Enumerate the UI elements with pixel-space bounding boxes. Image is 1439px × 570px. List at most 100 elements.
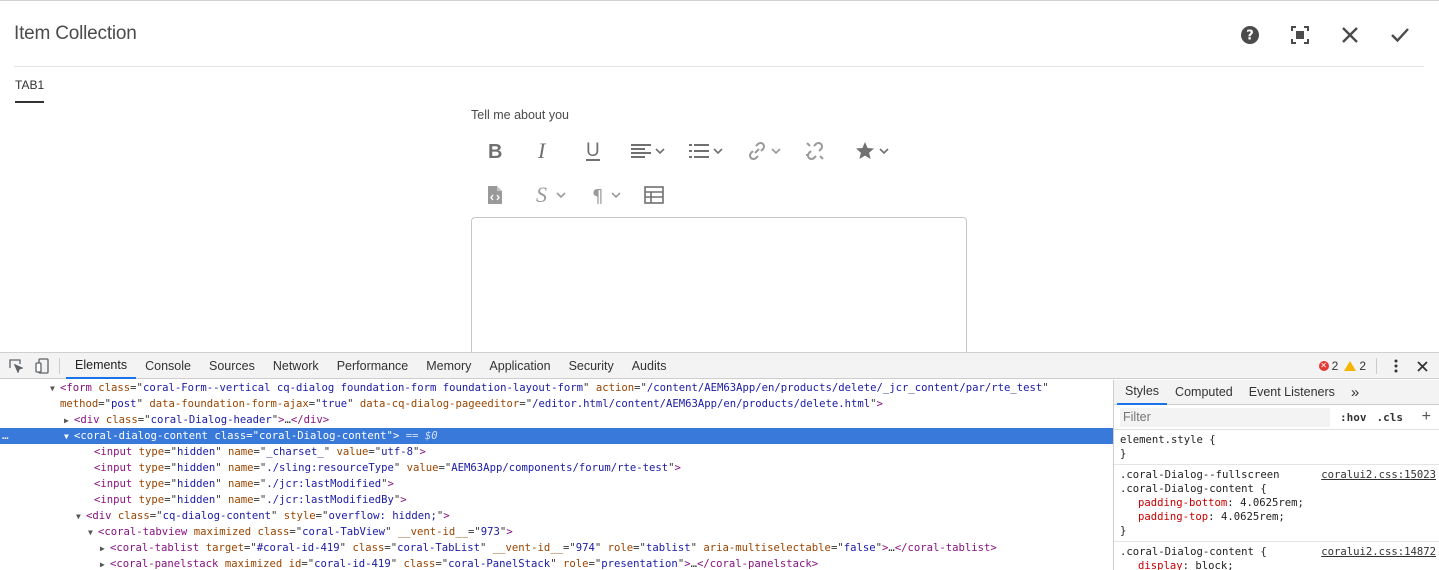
dom-node-markup: <div class="cq-dialog-content" style="ov… <box>86 510 450 522</box>
styles-filter-input[interactable] <box>1120 407 1330 427</box>
italic-icon: I <box>537 141 547 161</box>
unlink-icon <box>806 141 824 161</box>
chevron-down-icon <box>556 192 566 199</box>
tab-memory[interactable]: Memory <box>417 353 480 379</box>
tab-console[interactable]: Console <box>136 353 200 379</box>
hover-state-toggle[interactable]: :hov <box>1340 411 1367 424</box>
device-icon <box>35 357 49 374</box>
tab-audits[interactable]: Audits <box>623 353 676 379</box>
svg-text:S: S <box>536 184 547 206</box>
css-property-name[interactable]: padding-top <box>1120 511 1208 523</box>
dom-node-markup: <input type="hidden" name="./jcr:lastMod… <box>94 494 407 506</box>
link-icon <box>748 141 766 161</box>
styles-sidebar: Styles Computed Event Listeners » :hov .… <box>1113 380 1439 570</box>
done-button[interactable] <box>1375 21 1425 49</box>
header-divider <box>14 66 1424 67</box>
inspect-element-button[interactable] <box>3 353 29 379</box>
css-rule[interactable]: .coral-Dialog--fullscreen .coral-Dialog-… <box>1114 465 1439 542</box>
dom-node-markup: <coral-tablist target="#coral-id-419" cl… <box>110 542 997 554</box>
close-devtools-button[interactable] <box>1409 353 1435 379</box>
dom-node[interactable]: <input type="hidden" name="./jcr:lastMod… <box>0 476 1113 492</box>
tab-sources[interactable]: Sources <box>200 353 264 379</box>
dom-node-selected[interactable]: … ▼ <coral-dialog-content class="coral-Dia… <box>0 428 1113 444</box>
close-icon <box>1342 27 1358 43</box>
dom-tree[interactable]: ▼ <form class="coral-Form--vertical cq-di… <box>0 380 1113 570</box>
dom-node[interactable]: ▶ <div class="coral-Dialog-header">…</div… <box>0 412 1113 428</box>
inspect-icon <box>9 358 23 373</box>
expand-arrow-icon[interactable]: ▼ <box>76 509 86 525</box>
css-property-value[interactable]: 4.0625rem; <box>1240 497 1304 509</box>
bold-button[interactable]: B <box>471 136 519 166</box>
tab-network[interactable]: Network <box>264 353 328 379</box>
css-rule[interactable]: .coral-Dialog-content {coralui2.css:1487… <box>1114 542 1439 570</box>
devtools-tabbar: Elements Console Sources Network Performance… <box>0 353 1439 379</box>
chevron-down-icon <box>655 148 665 155</box>
css-property-name[interactable]: padding-bottom <box>1120 497 1227 509</box>
table-button[interactable] <box>631 180 677 210</box>
collapse-arrow-icon[interactable]: ▶ <box>100 557 110 570</box>
collapse-arrow-icon[interactable]: ▶ <box>64 413 74 429</box>
node-actions-ellipsis[interactable]: … <box>2 428 9 444</box>
unlink-button[interactable] <box>795 136 835 166</box>
device-toolbar-button[interactable] <box>29 353 55 379</box>
dom-node[interactable]: <input type="hidden" name="_charset_" va… <box>0 444 1113 460</box>
svg-text:U: U <box>586 140 600 161</box>
special-chars-dropdown[interactable] <box>835 136 909 166</box>
new-rule-button[interactable]: + <box>1422 408 1431 426</box>
css-property-name[interactable]: display <box>1120 560 1183 570</box>
css-source-link[interactable]: coralui2.css:15023 <box>1321 468 1436 482</box>
tab-tab1[interactable]: TAB1 <box>15 78 45 103</box>
error-badge[interactable]: ✕ 2 <box>1318 359 1338 373</box>
tab-styles[interactable]: Styles <box>1117 380 1168 405</box>
css-property-value[interactable]: 4.0625rem; <box>1221 511 1285 523</box>
source-edit-button[interactable] <box>471 180 519 210</box>
styles-icon: S <box>536 184 547 206</box>
expand-arrow-icon[interactable]: ▼ <box>88 525 98 541</box>
expand-arrow-icon[interactable]: ▼ <box>50 381 60 397</box>
field-label: Tell me about you <box>471 108 569 122</box>
styles-dropdown[interactable]: S <box>519 180 581 210</box>
warning-icon <box>1344 361 1357 371</box>
dialog: Item Collection ? TAB1 Tell me about you… <box>0 0 1439 357</box>
underline-button[interactable]: U <box>569 136 617 166</box>
help-button[interactable]: ? <box>1225 21 1275 49</box>
tab-computed[interactable]: Computed <box>1167 380 1241 405</box>
tab-event-listeners[interactable]: Event Listeners <box>1241 380 1343 405</box>
warning-badge[interactable]: 2 <box>1344 359 1366 373</box>
collapse-arrow-icon[interactable]: ▶ <box>100 541 110 557</box>
tab-performance[interactable]: Performance <box>328 353 418 379</box>
close-button[interactable] <box>1325 21 1375 49</box>
dom-node[interactable]: ▶ <coral-tablist target="#coral-id-419" c… <box>0 540 1113 556</box>
dom-node[interactable]: method="post" data-foundation-form-ajax=… <box>0 396 1113 412</box>
dom-node-markup: method="post" data-foundation-form-ajax=… <box>60 398 883 410</box>
tab-security[interactable]: Security <box>560 353 623 379</box>
expand-arrow-icon[interactable]: ▼ <box>64 429 74 445</box>
chevron-down-icon <box>611 192 621 199</box>
fullscreen-button[interactable] <box>1275 21 1325 49</box>
css-property-value[interactable]: block; <box>1195 560 1233 570</box>
rte-editor-area[interactable] <box>471 217 967 357</box>
dom-node[interactable]: ▼ <coral-tabview maximized class="coral-T… <box>0 524 1113 540</box>
more-options-button[interactable] <box>1383 353 1409 379</box>
more-tabs-button[interactable]: » <box>1343 380 1367 405</box>
dom-node-markup: <input type="hidden" name="./sling:resou… <box>94 462 681 474</box>
dom-node[interactable]: ▶ <coral-panelstack maximized id="coral-i… <box>0 556 1113 570</box>
dom-node[interactable]: ▼ <form class="coral-Form--vertical cq-di… <box>0 380 1113 396</box>
dom-node[interactable]: <input type="hidden" name="./sling:resou… <box>0 460 1113 476</box>
chevron-down-icon <box>713 148 723 155</box>
css-rule[interactable]: element.style {} <box>1114 430 1439 465</box>
help-icon: ? <box>1241 26 1259 44</box>
toolbar-separator <box>1376 358 1377 374</box>
class-toggle[interactable]: .cls <box>1377 411 1404 424</box>
dom-node[interactable]: <input type="hidden" name="./jcr:lastMod… <box>0 492 1113 508</box>
css-source-link[interactable]: coralui2.css:14872 <box>1321 545 1436 559</box>
source-edit-icon <box>488 186 502 204</box>
dom-node[interactable]: ▼ <div class="cq-dialog-content" style="o… <box>0 508 1113 524</box>
link-dropdown[interactable] <box>733 136 795 166</box>
tab-elements[interactable]: Elements <box>66 353 137 379</box>
list-dropdown[interactable] <box>679 136 733 166</box>
justify-dropdown[interactable] <box>617 136 679 166</box>
tab-application[interactable]: Application <box>480 353 559 379</box>
paragraph-format-dropdown[interactable]: ¶ <box>581 180 631 210</box>
italic-button[interactable]: I <box>519 136 569 166</box>
